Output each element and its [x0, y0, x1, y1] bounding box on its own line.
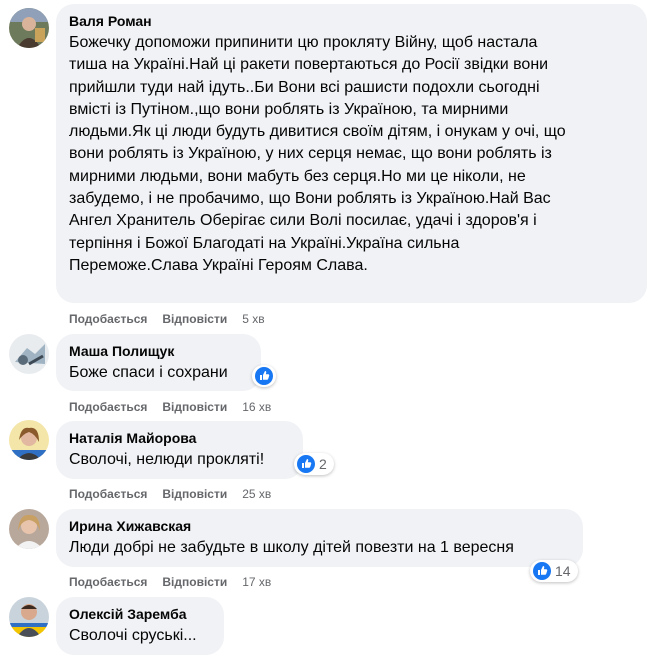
- timestamp[interactable]: 17 хв: [242, 575, 271, 589]
- like-button[interactable]: Подобається: [69, 312, 147, 326]
- comment-text: Божечку допоможи припинити цю прокляту В…: [69, 34, 566, 274]
- comment-author[interactable]: Валя Роман: [69, 12, 635, 30]
- comment-text: Сволочі сруські...: [69, 627, 197, 644]
- comment-text: Сволочі, нелюди прокляті!: [69, 451, 265, 468]
- comment-actions: Подобається Відповісти 16 хв: [69, 399, 271, 415]
- like-icon: [533, 562, 551, 580]
- comment-bubble: Олексій Заремба Сволочі сруські...: [56, 597, 224, 655]
- avatar[interactable]: [9, 509, 49, 549]
- timestamp[interactable]: 5 хв: [242, 312, 264, 326]
- like-icon: [297, 455, 315, 473]
- comment-text: Боже спаси і сохрани: [69, 364, 228, 381]
- timestamp[interactable]: 16 хв: [242, 400, 271, 414]
- like-button[interactable]: Подобається: [69, 487, 147, 501]
- like-button[interactable]: Подобається: [69, 400, 147, 414]
- reaction-badge[interactable]: 2: [294, 453, 334, 475]
- reply-button[interactable]: Відповісти: [162, 400, 227, 414]
- avatar[interactable]: [9, 420, 49, 460]
- comment-bubble: Ирина Хижавская Люди добрі не забудьте в…: [56, 509, 583, 567]
- like-button[interactable]: Подобається: [69, 575, 147, 589]
- comment-actions: Подобається Відповісти 5 хв: [69, 311, 265, 327]
- comment-bubble: Маша Полищук Боже спаси і сохрани: [56, 334, 261, 391]
- reply-button[interactable]: Відповісти: [162, 575, 227, 589]
- comment-bubble: Валя Роман Божечку допоможи припинити цю…: [56, 4, 647, 303]
- avatar[interactable]: [9, 334, 49, 374]
- comment-text: Люди добрі не забудьте в школу дітей пов…: [69, 539, 514, 556]
- like-icon: [255, 367, 273, 385]
- reaction-badge[interactable]: 14: [530, 560, 578, 582]
- reply-button[interactable]: Відповісти: [162, 312, 227, 326]
- timestamp[interactable]: 25 хв: [242, 487, 271, 501]
- comment-bubble: Наталія Майорова Сволочі, нелюди проклят…: [56, 421, 303, 479]
- reaction-badge[interactable]: [252, 365, 276, 387]
- reply-button[interactable]: Відповісти: [162, 487, 227, 501]
- comment-author[interactable]: Маша Полищук: [69, 342, 249, 360]
- comment-author[interactable]: Наталія Майорова: [69, 429, 291, 447]
- comment-actions: Подобається Відповісти 17 хв: [69, 574, 271, 590]
- comment-author[interactable]: Ирина Хижавская: [69, 517, 571, 535]
- avatar[interactable]: [9, 597, 49, 637]
- comment-actions: Подобається Відповісти 25 хв: [69, 486, 271, 502]
- avatar[interactable]: [9, 8, 49, 48]
- comment-author[interactable]: Олексій Заремба: [69, 605, 212, 623]
- reaction-count: 2: [319, 456, 327, 472]
- reaction-count: 14: [555, 563, 571, 579]
